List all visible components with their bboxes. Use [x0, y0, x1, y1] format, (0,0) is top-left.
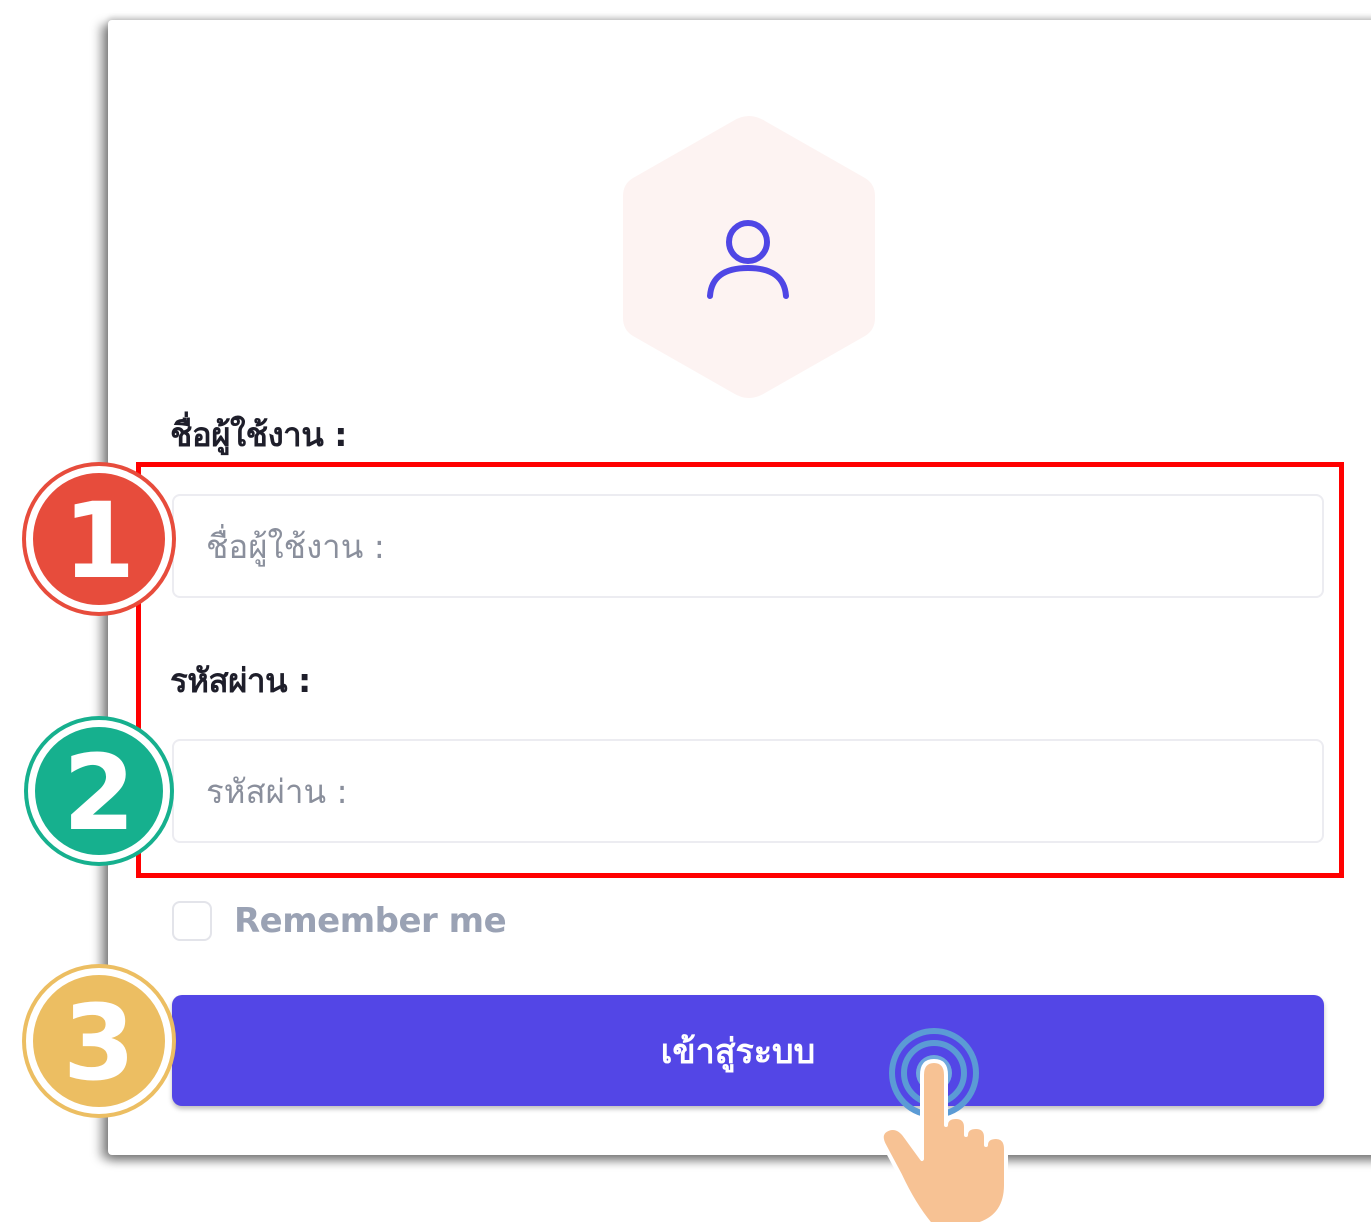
step-badge-3: 3 — [26, 968, 172, 1114]
login-button-label: เข้าสู่ระบบ — [660, 1031, 816, 1072]
step-badge-3-number: 3 — [62, 982, 136, 1104]
password-input[interactable] — [172, 739, 1324, 843]
login-button[interactable]: เข้าสู่ระบบ — [172, 995, 1324, 1106]
remember-me-label: Remember me — [234, 901, 507, 941]
remember-me[interactable]: Remember me — [172, 898, 507, 944]
step-badge-1: 1 — [26, 466, 172, 612]
password-label: รหัสผ่าน : — [170, 661, 311, 700]
step-badge-1-number: 1 — [62, 480, 136, 602]
remember-me-checkbox[interactable] — [172, 901, 212, 941]
username-input[interactable] — [172, 494, 1324, 598]
step-badge-2: 2 — [28, 720, 170, 862]
username-label: ชื่อผู้ใช้งาน : — [170, 415, 347, 454]
user-icon — [700, 218, 796, 302]
tutorial-screenshot: ชื่อผู้ใช้งาน : รหัสผ่าน : Remember me เ… — [0, 0, 1371, 1224]
step-badge-2-number: 2 — [62, 732, 136, 854]
